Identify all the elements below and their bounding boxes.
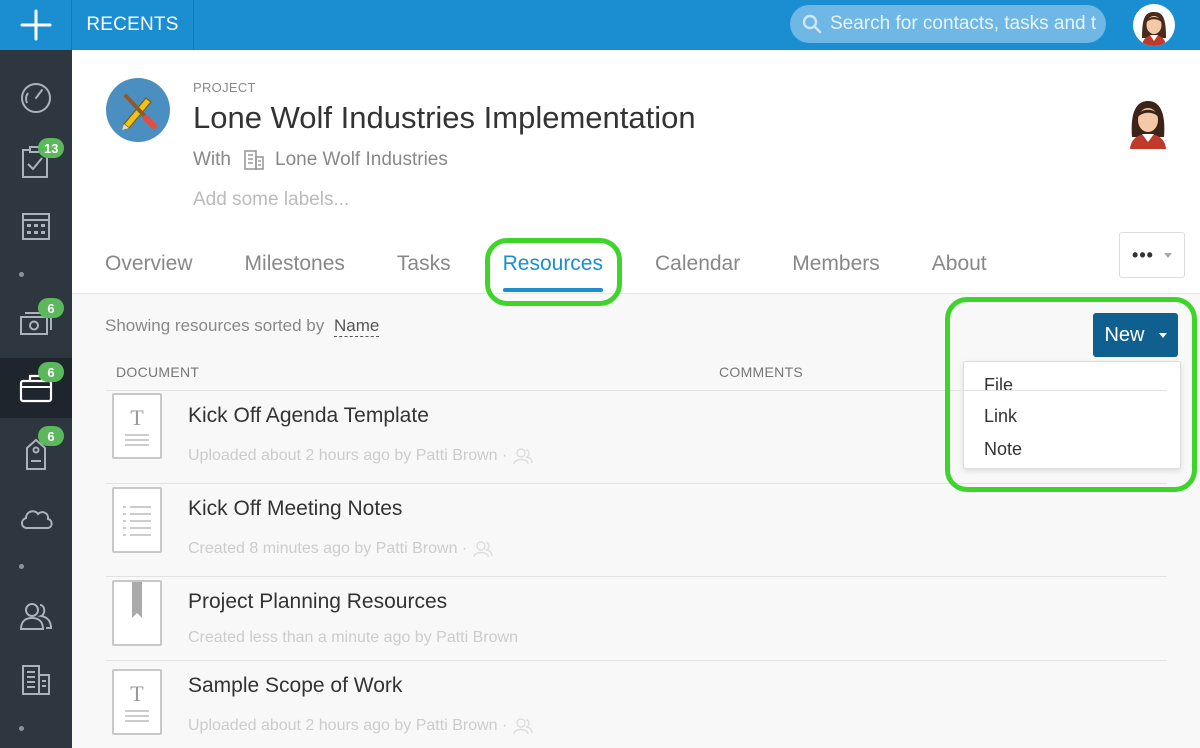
tab-about[interactable]: About <box>932 252 987 292</box>
plus-icon <box>20 9 51 41</box>
sidebar-separator-2 <box>19 564 24 569</box>
resource-meta-text: Uploaded about 2 hours ago by Patti Brow… <box>188 717 508 734</box>
search-box[interactable] <box>790 5 1106 43</box>
more-actions-button[interactable]: ••• <box>1119 232 1185 278</box>
sidebar-item-people[interactable] <box>0 586 72 646</box>
resource-meta: Uploaded about 2 hours ago by Patti Brow… <box>188 447 534 465</box>
avatar-face <box>1142 12 1166 46</box>
resource-meta: Created less than a minute ago by Patti … <box>188 629 518 647</box>
sidebar-item-dashboard[interactable] <box>0 68 72 128</box>
with-label: With <box>193 149 231 170</box>
sort-by-selector[interactable]: Name <box>333 316 380 337</box>
assign-user-icon[interactable] <box>513 447 534 465</box>
tab-calendar[interactable]: Calendar <box>655 252 740 292</box>
tab-members[interactable]: Members <box>792 252 880 292</box>
cases-badge: 6 <box>38 426 64 446</box>
page-title: Lone Wolf Industries Implementation <box>193 100 696 135</box>
owner-avatar[interactable] <box>1124 97 1172 149</box>
resource-name[interactable]: Sample Scope of Work <box>188 674 402 698</box>
people-icon <box>19 603 53 630</box>
text-document-icon: T <box>112 393 162 459</box>
bookmark-link-icon <box>112 580 162 646</box>
building-icon <box>243 149 265 171</box>
opportunities-badge: 6 <box>38 298 64 318</box>
chevron-down-icon <box>1163 252 1172 258</box>
sort-line: Showing resources sorted by Name <box>105 316 380 337</box>
resource-meta: Uploaded about 2 hours ago by Patti Brow… <box>188 717 534 735</box>
column-header-comments[interactable]: COMMENTS <box>719 364 803 380</box>
add-button[interactable] <box>0 0 72 50</box>
owner-avatar-icon <box>1130 101 1166 149</box>
highlight-resources-tab <box>485 238 622 306</box>
sidebar-item-companies[interactable] <box>0 650 72 710</box>
tab-milestones[interactable]: Milestones <box>245 252 345 292</box>
search-input[interactable] <box>830 13 1100 35</box>
pencil-brush-icon <box>122 94 157 130</box>
column-header-document[interactable]: DOCUMENT <box>116 364 199 380</box>
labels-input[interactable]: Add some labels... <box>193 189 349 211</box>
recents-button[interactable]: RECENTS <box>72 0 194 50</box>
sidebar: 13 6 6 6 <box>0 50 72 748</box>
sidebar-separator-3 <box>19 726 24 731</box>
text-document-icon: T <box>112 669 162 735</box>
note-document-icon <box>112 487 162 553</box>
highlight-new-menu <box>945 297 1197 492</box>
resource-name[interactable]: Kick Off Agenda Template <box>188 404 429 428</box>
resource-meta: Created 8 minutes ago by Patti Brown · <box>188 540 493 558</box>
company-link[interactable]: Lone Wolf Industries <box>275 149 448 171</box>
tab-overview[interactable]: Overview <box>105 252 193 292</box>
cloud-icon <box>21 510 53 529</box>
project-company-line: With Lone Wolf Industries <box>193 149 448 171</box>
project-kind-label: PROJECT <box>193 80 256 95</box>
row-divider <box>106 576 1167 577</box>
svg-text:T: T <box>130 681 144 706</box>
sort-prefix: Showing resources sorted by <box>105 316 325 335</box>
assign-user-icon[interactable] <box>473 540 493 558</box>
resource-meta-text: Created 8 minutes ago by Patti Brown · <box>188 540 468 557</box>
resource-name[interactable]: Project Planning Resources <box>188 590 447 614</box>
row-divider <box>106 660 1167 661</box>
search-icon <box>802 14 822 34</box>
building-icon <box>22 665 50 695</box>
resource-meta-text: Uploaded about 2 hours ago by Patti Brow… <box>188 447 508 464</box>
user-avatar-icon[interactable] <box>1133 4 1175 46</box>
sidebar-item-calendar[interactable] <box>0 196 72 256</box>
projects-badge: 6 <box>38 362 64 382</box>
svg-text:T: T <box>130 405 144 430</box>
tab-tasks[interactable]: Tasks <box>397 252 451 292</box>
project-icon <box>106 78 170 142</box>
sidebar-item-cloud[interactable] <box>0 488 72 548</box>
resource-meta-text: Created less than a minute ago by Patti … <box>188 629 518 646</box>
resource-name[interactable]: Kick Off Meeting Notes <box>188 497 402 521</box>
calendar-icon <box>22 213 50 240</box>
tasks-badge: 13 <box>38 138 65 158</box>
assign-user-icon[interactable] <box>513 717 534 735</box>
dashboard-gauge-icon <box>21 83 51 113</box>
sidebar-separator <box>19 272 24 277</box>
ellipsis-icon: ••• <box>1132 244 1154 265</box>
top-bar: RECENTS <box>0 0 1200 50</box>
